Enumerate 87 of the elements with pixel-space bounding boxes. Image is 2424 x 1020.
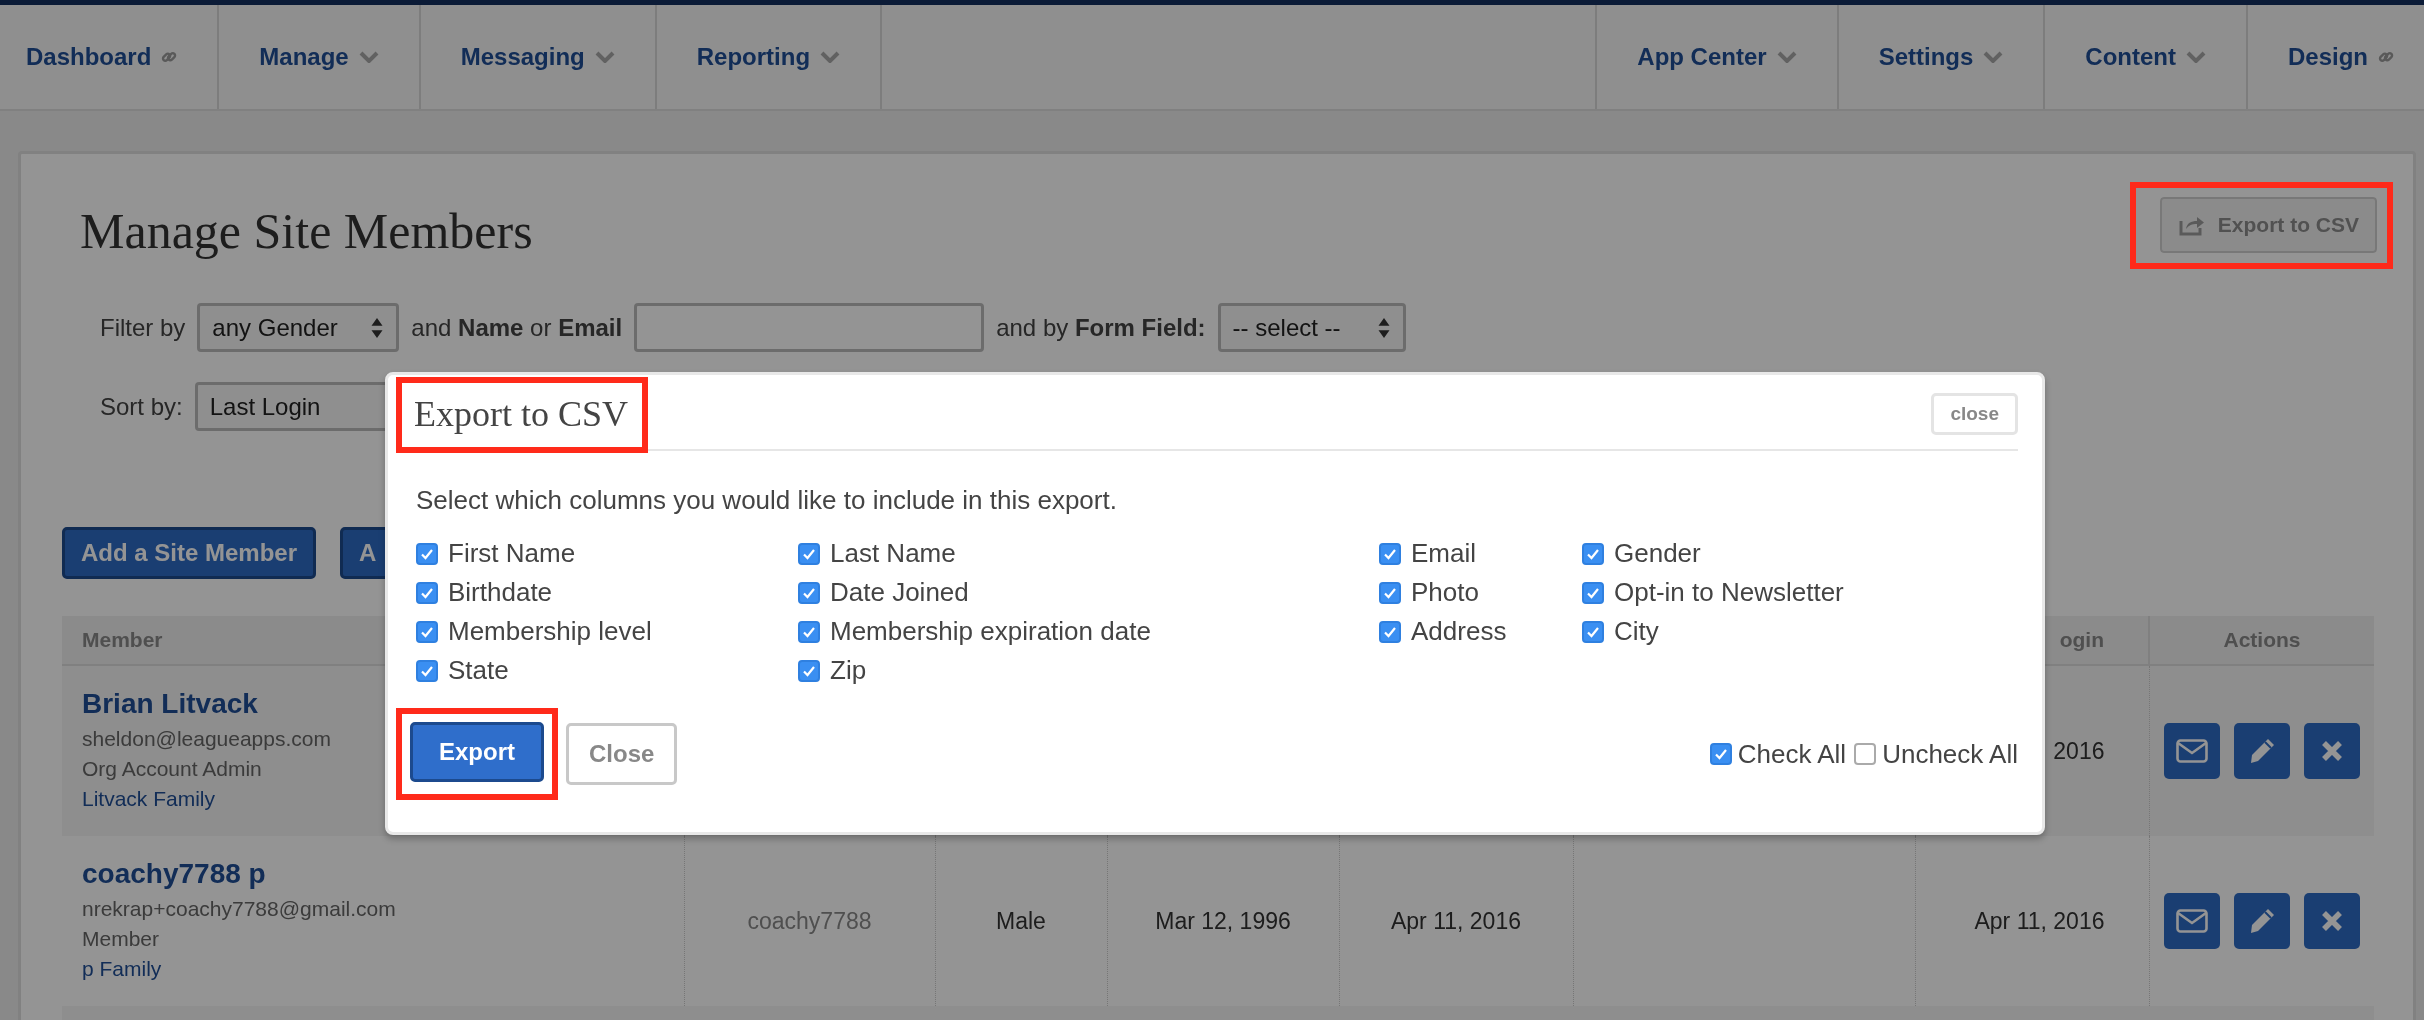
caret-icon bbox=[1983, 51, 2004, 63]
nav-item[interactable]: Settings bbox=[1838, 5, 2046, 109]
checkbox[interactable] bbox=[1582, 581, 1604, 604]
add-member-button[interactable]: Add a Site Member bbox=[62, 527, 317, 579]
close-button[interactable]: Close bbox=[566, 723, 678, 785]
checkbox[interactable] bbox=[798, 620, 820, 643]
email-button[interactable] bbox=[2163, 893, 2220, 949]
close-button[interactable]: close bbox=[1931, 393, 2018, 435]
checkbox-label: Opt-in to Newsletter bbox=[1614, 577, 1844, 608]
checkbox[interactable] bbox=[1582, 542, 1604, 565]
checkbox[interactable] bbox=[1379, 581, 1401, 604]
checkbox[interactable] bbox=[416, 659, 438, 682]
form-field-label: and by Form Field: bbox=[996, 313, 1206, 342]
checkbox[interactable] bbox=[416, 620, 438, 643]
filter-label: Filter by bbox=[100, 313, 186, 342]
gender-select[interactable]: any Gender bbox=[197, 303, 400, 352]
caret-icon bbox=[358, 51, 379, 63]
checkbox[interactable] bbox=[416, 581, 438, 604]
checkbox[interactable] bbox=[1709, 743, 1732, 765]
edit-button[interactable] bbox=[2233, 723, 2290, 779]
envelope-icon bbox=[2175, 739, 2208, 763]
checkbox[interactable] bbox=[798, 581, 820, 604]
member-role: Org Account Admin bbox=[82, 756, 262, 782]
email-button[interactable] bbox=[2163, 723, 2220, 779]
nav-item[interactable]: Reporting bbox=[656, 5, 883, 109]
family-link[interactable]: Litvack Family bbox=[82, 784, 216, 814]
uncheck-all-label: Uncheck All bbox=[1882, 738, 2018, 770]
member-name-link[interactable]: coachy7788 p bbox=[82, 858, 266, 890]
table-cell: 2016 bbox=[2053, 737, 2105, 764]
family-link[interactable]: p Family bbox=[82, 954, 162, 984]
link-icon bbox=[161, 49, 178, 65]
checkbox-label: Photo bbox=[1411, 577, 1479, 608]
checkbox[interactable] bbox=[1379, 620, 1401, 643]
sort-label: Sort by: bbox=[100, 392, 183, 421]
caret-icon bbox=[594, 51, 615, 63]
delete-button[interactable] bbox=[2303, 893, 2360, 949]
checkbox-label: Birthdate bbox=[448, 577, 553, 608]
select-arrows-icon bbox=[1376, 316, 1391, 339]
checkbox-label: Address bbox=[1411, 616, 1507, 647]
checkbox[interactable] bbox=[1854, 743, 1877, 765]
nav-item[interactable]: Content bbox=[2045, 5, 2248, 109]
close-icon bbox=[2319, 739, 2344, 763]
checkbox[interactable] bbox=[1582, 620, 1604, 643]
checkbox-label: Zip bbox=[830, 655, 867, 686]
member-email: sheldon@leagueapps.com bbox=[82, 726, 331, 752]
caret-icon bbox=[1776, 51, 1797, 63]
nav-item[interactable]: Manage bbox=[219, 5, 421, 109]
checkbox-label: City bbox=[1614, 616, 1659, 647]
table-cell: Apr 11, 2016 bbox=[1974, 907, 2105, 934]
caret-icon bbox=[820, 51, 841, 63]
link-icon bbox=[2378, 49, 2394, 65]
name-email-label: and Name or Email bbox=[411, 313, 623, 342]
nav-item[interactable]: App Center bbox=[1597, 5, 1839, 109]
delete-button[interactable] bbox=[2303, 723, 2360, 779]
caret-icon bbox=[2186, 51, 2206, 63]
export-button[interactable]: Export bbox=[410, 722, 544, 782]
checkbox-label: Last Name bbox=[830, 538, 956, 569]
export-csv-button[interactable]: Export to CSV bbox=[2159, 197, 2377, 253]
checkbox-label: Gender bbox=[1614, 538, 1701, 569]
member-name-link[interactable]: Brian Litvack bbox=[82, 688, 258, 720]
table-cell: Male bbox=[996, 907, 1046, 934]
checkbox[interactable] bbox=[1379, 542, 1401, 565]
select-arrows-icon bbox=[370, 316, 385, 339]
nav-item[interactable]: Design bbox=[2248, 5, 2424, 109]
edit-button[interactable] bbox=[2233, 893, 2290, 949]
checkbox-label: First Name bbox=[448, 538, 576, 569]
checkbox-label: Email bbox=[1411, 538, 1476, 569]
dialog-description: Select which columns you would like to include in this export. bbox=[416, 485, 1118, 516]
checkbox-label: Membership level bbox=[448, 616, 652, 647]
checkbox-label: Membership expiration date bbox=[830, 616, 1151, 647]
envelope-icon bbox=[2175, 909, 2208, 933]
name-email-field[interactable] bbox=[634, 303, 985, 352]
check-all-label: Check All bbox=[1737, 738, 1847, 770]
nav-item[interactable]: Dashboard bbox=[0, 5, 220, 109]
member-role: Member bbox=[82, 926, 160, 952]
close-icon bbox=[2319, 909, 2344, 933]
checkbox[interactable] bbox=[416, 542, 438, 565]
column-header: Actions bbox=[2149, 616, 2374, 665]
member-email: nrekrap+coachy7788@gmail.com bbox=[82, 896, 396, 922]
checkbox-label: Date Joined bbox=[830, 577, 969, 608]
table-cell: Mar 12, 1996 bbox=[1155, 907, 1291, 934]
table-cell: Apr 11, 2016 bbox=[1391, 907, 1521, 934]
checkbox[interactable] bbox=[798, 659, 820, 682]
form-field-select[interactable]: -- select -- bbox=[1217, 303, 1406, 352]
table-cell: coachy7788 bbox=[747, 907, 872, 934]
nav-item[interactable]: Messaging bbox=[420, 5, 657, 109]
checkbox[interactable] bbox=[798, 542, 820, 565]
